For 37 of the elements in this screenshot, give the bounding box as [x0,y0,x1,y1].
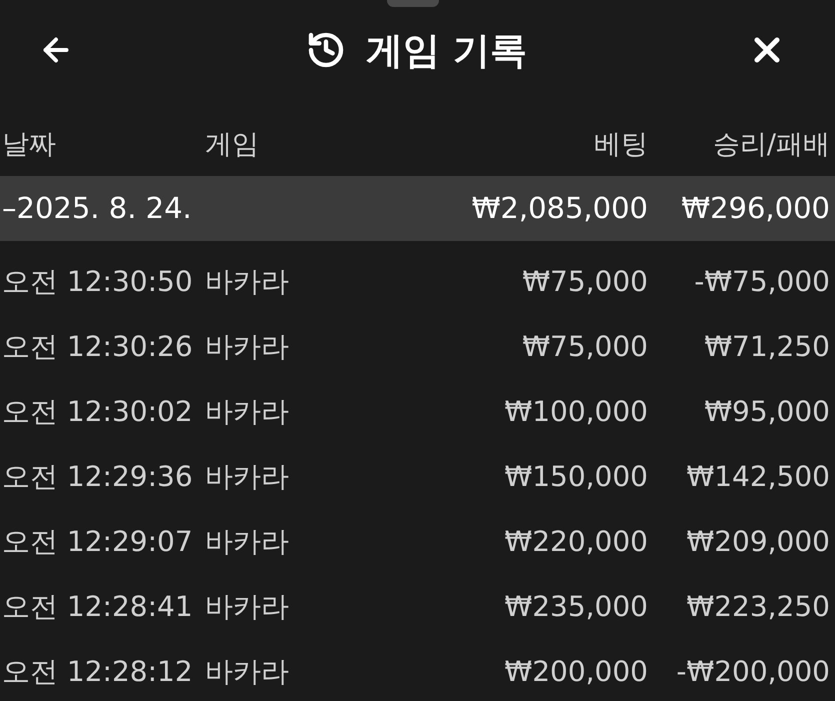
time-cell-text: 오전 12:28:41 [2,588,193,624]
bet-cell-text: ₩200,000 [504,654,648,690]
game-cell-text: 바카라 [205,654,289,690]
result-cell-text: ₩71,250 [704,328,830,364]
time-cell-text: 오전 12:29:07 [2,524,193,560]
game-cell-text: 바카라 [205,588,289,624]
bet-cell-text: ₩100,000 [504,394,648,430]
result-cell-text: ₩142,500 [686,458,830,494]
time-cell-text: 오전 12:28:12 [2,654,193,690]
time-cell-text: 오전 12:30:26 [2,328,193,364]
column-header: 날짜 [2,130,56,160]
game-cell-text: 바카라 [205,264,289,300]
sheet-title: 게임 기록 [366,32,527,68]
time-cell-text: 오전 12:30:50 [2,264,193,300]
group-date: –2025. 8. 24. [2,190,192,227]
result-cell-text: -₩200,000 [676,654,830,690]
bet-total: ₩2,085,000 [472,190,648,227]
bet-cell-text: ₩75,000 [522,264,648,300]
game-cell-text: 바카라 [205,524,289,560]
bet-cell-text: ₩150,000 [504,458,648,494]
column-header: 승리/패배 [712,130,830,160]
result-cell-text: ₩95,000 [704,394,830,430]
column-header: 게임 [205,130,259,160]
result-cell-text: ₩209,000 [686,524,830,560]
result-total: ₩296,000 [681,190,830,227]
date-group-row[interactable]: –2025. 8. 24. ₩2,085,000 ₩296,000 [0,176,835,241]
game-cell-text: 바카라 [205,458,289,494]
bet-cell-text: ₩220,000 [504,524,648,560]
bet-cell-text: ₩235,000 [504,588,648,624]
result-cell-text: ₩223,250 [686,588,830,624]
column-header: 베팅 [594,130,648,160]
result-cell-text: -₩75,000 [694,264,830,300]
game-cell-text: 바카라 [205,394,289,430]
time-cell-text: 오전 12:30:02 [2,394,193,430]
time-cell-text: 오전 12:29:36 [2,458,193,494]
bet-cell-text: ₩75,000 [522,328,648,364]
game-cell-text: 바카라 [205,328,289,364]
